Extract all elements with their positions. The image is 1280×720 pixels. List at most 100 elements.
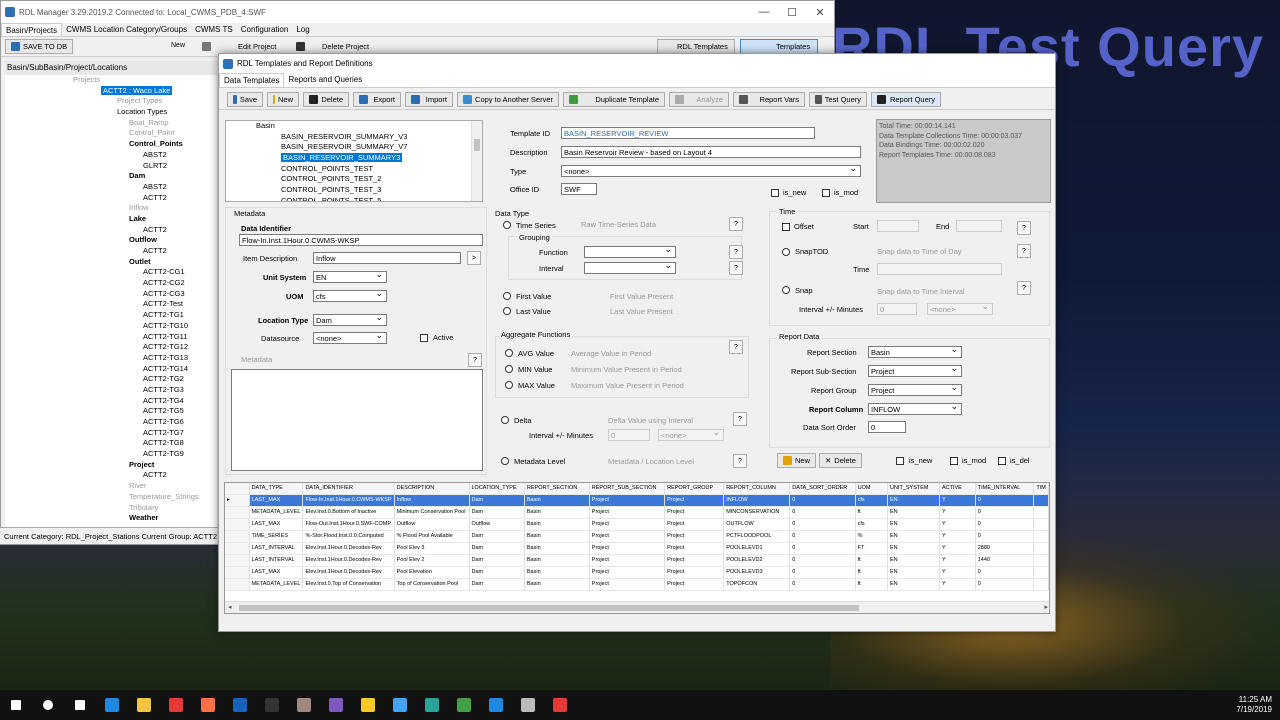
task-view-icon[interactable] <box>64 690 96 720</box>
tree-node[interactable]: Boat_Ramp <box>5 118 217 129</box>
edit-project-button[interactable]: Edit Project <box>197 39 281 54</box>
tree-node[interactable]: ACTT2-CG1 <box>5 267 217 278</box>
grid-cell[interactable]: FT <box>855 542 888 555</box>
grid-cell[interactable]: Elev.Inst.0.Top of Conservation <box>302 578 395 591</box>
grid-cell[interactable]: METADATA_LEVEL <box>249 578 304 591</box>
grid-header-cell[interactable]: LOCATION_TYPE <box>469 483 525 495</box>
grid-cell[interactable]: Project <box>589 518 666 531</box>
report-is-new-checkbox[interactable] <box>896 457 904 465</box>
grid-cell[interactable]: INFLOW <box>723 494 791 507</box>
toolbar-button-7[interactable]: Analyze <box>669 92 729 107</box>
grid-cell[interactable]: Pool Elevation <box>394 566 470 579</box>
grid-cell[interactable]: Dam <box>469 542 525 555</box>
windows-icon[interactable] <box>0 690 32 720</box>
firefox-dev-icon[interactable] <box>224 690 256 720</box>
grid-cell[interactable]: Project <box>664 554 725 567</box>
grid-cell[interactable]: EN <box>887 494 940 507</box>
table-row[interactable]: ▸ LAST_MAX Flow-In.Inst.1Hour.0.CWMS-WKSP I… <box>225 494 1049 507</box>
tree-node[interactable]: ACTT2-TG9 <box>5 449 217 460</box>
tree-node[interactable]: Project <box>5 460 217 471</box>
tree-node[interactable]: Weather <box>5 513 217 524</box>
toolbar-button-2[interactable]: Delete <box>303 92 349 107</box>
row-header-cell[interactable]: ▸ <box>225 494 250 507</box>
template-node[interactable]: CONTROL_POINTS_TEST_2 <box>226 174 482 185</box>
tree-node[interactable]: ACTT2-TG1 <box>5 310 217 321</box>
grid-cell[interactable]: Basin <box>524 530 590 543</box>
template-node[interactable]: BASIN_RESERVOIR_SUMMARY_V3 <box>226 132 482 143</box>
tree-node[interactable]: ACTT2-TG7 <box>5 428 217 439</box>
tree-node[interactable]: ABST2 <box>5 182 217 193</box>
table-row[interactable]: LAST_INTERVAL Elev.Inst.1Hour.0.Decodes-R… <box>225 554 1049 567</box>
template-node[interactable]: BASIN_RESERVOIR_SUMMARY3 <box>226 153 482 164</box>
tree-node[interactable]: Control_Point <box>5 128 217 139</box>
template-id-field[interactable]: BASIN_RESERVOIR_REVIEW <box>561 127 815 139</box>
item-description-field[interactable]: Inflow <box>313 252 461 264</box>
system-clock[interactable]: 11:25 AM 7/19/2019 <box>1236 695 1272 715</box>
grid-cell[interactable]: Basin <box>524 518 590 531</box>
snap-radio[interactable] <box>782 286 790 294</box>
report-section-select[interactable]: Basin <box>868 345 962 358</box>
grid-cell[interactable]: cfs <box>855 494 888 507</box>
grid-cell[interactable]: Project <box>589 578 666 591</box>
grid-header-cell[interactable]: TIME_INTERVAL <box>975 483 1035 495</box>
grid-cell[interactable] <box>1033 554 1049 567</box>
row-header-cell[interactable] <box>225 554 250 567</box>
grid-cell[interactable]: EN <box>887 530 940 543</box>
grid-cell[interactable]: TOPOFCON <box>723 578 791 591</box>
new-label[interactable]: New <box>171 42 185 49</box>
terminal-icon[interactable] <box>256 690 288 720</box>
tree-node[interactable]: ACTT2 <box>5 193 217 204</box>
first-value-radio[interactable] <box>503 292 511 300</box>
firefox-icon[interactable] <box>192 690 224 720</box>
tree-node[interactable]: ACTT2-TG11 <box>5 332 217 343</box>
last-value-radio[interactable] <box>503 307 511 315</box>
grid-cell[interactable]: Project <box>589 494 666 507</box>
grid-cell[interactable]: Basin <box>524 506 590 519</box>
edge-icon[interactable] <box>96 690 128 720</box>
tree-node[interactable]: Tributary <box>5 503 217 514</box>
office-id-field[interactable]: SWF <box>561 183 597 195</box>
report-delete-button[interactable]: ✕ Delete <box>819 453 862 468</box>
grid-header-cell[interactable]: DATA_TYPE <box>249 483 304 495</box>
active-checkbox[interactable] <box>420 334 428 342</box>
grid-cell[interactable]: Basin <box>524 554 590 567</box>
tree-node[interactable]: ACTT2-TG8 <box>5 438 217 449</box>
tree-node[interactable]: ACTT2-TG6 <box>5 417 217 428</box>
tree-node[interactable]: ACTT2-TG3 <box>5 385 217 396</box>
tree-node[interactable]: ACTT2-TG4 <box>5 396 217 407</box>
grid-cell[interactable]: 0 <box>789 518 856 531</box>
grid-header-cell[interactable]: TIM <box>1033 483 1049 495</box>
grid-cell[interactable]: EN <box>887 518 940 531</box>
delta-unit-select[interactable]: <none> <box>658 428 724 441</box>
tree-node[interactable]: ACTT2-Test <box>5 299 217 310</box>
delta-radio[interactable] <box>501 416 509 424</box>
grid-cell[interactable]: Dam <box>469 578 525 591</box>
table-row[interactable]: LAST_INTERVAL Elev.Inst.1Hour.0.Decodes-R… <box>225 542 1049 555</box>
tree-node[interactable]: Outlet <box>5 257 217 268</box>
rdl-templates-button[interactable]: RDL Templates <box>657 39 735 54</box>
description-field[interactable]: Basin Reservoir Review - based on Layout… <box>561 146 861 158</box>
min-value-radio[interactable] <box>505 365 513 373</box>
grid-cell[interactable]: 0 <box>975 494 1035 507</box>
report-is-mod-checkbox[interactable] <box>950 457 958 465</box>
report-new-button[interactable]: New <box>777 453 817 468</box>
row-header-cell[interactable] <box>225 506 250 519</box>
tree-node[interactable]: Projects <box>5 75 217 86</box>
grid-cell[interactable]: 0 <box>975 566 1035 579</box>
grid-cell[interactable]: 0 <box>789 578 856 591</box>
table-row[interactable]: METADATA_LEVEL Elev.Inst.0.Bottom of Inac… <box>225 506 1049 519</box>
time-series-help-button[interactable]: ? <box>729 217 743 231</box>
tree-node[interactable]: ACTT2-TG2 <box>5 374 217 385</box>
template-node[interactable]: CONTROL_POINTS_TEST_3 <box>226 185 482 196</box>
item-description-more-button[interactable]: > <box>467 251 481 265</box>
file-explorer-icon[interactable] <box>128 690 160 720</box>
toolbar-button-9[interactable]: Test Query <box>809 92 867 107</box>
grid-cell[interactable]: ft <box>855 554 888 567</box>
grid-cell[interactable] <box>1033 542 1049 555</box>
grid-cell[interactable]: 1440 <box>975 554 1035 567</box>
row-header-cell[interactable] <box>225 578 250 591</box>
start-field[interactable] <box>877 220 919 232</box>
grid-cell[interactable]: %-Stor.Flood.Inst.0.0.Computed <box>302 530 395 543</box>
grid-cell[interactable]: Project <box>664 494 725 507</box>
tree-node[interactable]: ACTT2-CG2 <box>5 278 217 289</box>
